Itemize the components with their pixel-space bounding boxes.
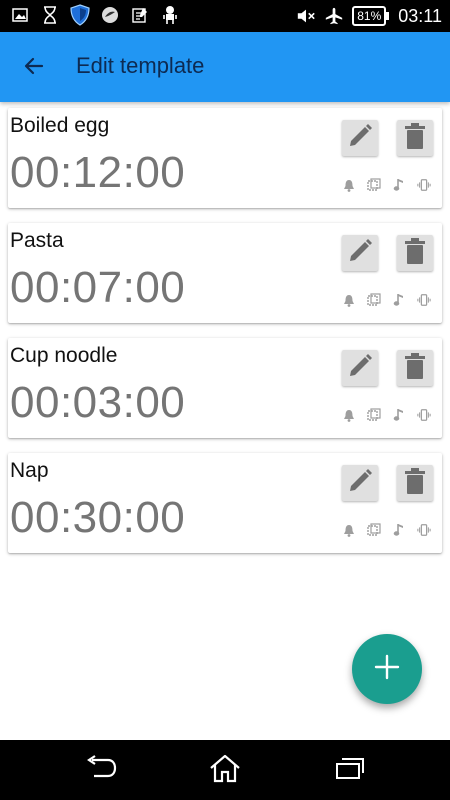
home-icon [208, 753, 242, 788]
template-card[interactable]: Pasta 00:07:00 [8, 223, 442, 323]
delete-button[interactable] [397, 350, 433, 386]
music-note-icon [392, 178, 406, 192]
notes-icon [130, 5, 150, 25]
trash-icon [403, 122, 427, 155]
status-bar: 81% 03:11 [0, 0, 450, 32]
music-note-icon [392, 523, 406, 537]
edit-button[interactable] [342, 120, 378, 156]
trash-icon [403, 352, 427, 385]
notification-icons [10, 4, 180, 26]
page-title: Edit template [76, 53, 205, 78]
music-note-icon [392, 408, 406, 422]
back-icon [84, 754, 118, 786]
status-clock: 03:11 [398, 5, 442, 26]
vibrate-icon [417, 523, 431, 537]
delete-button[interactable] [397, 120, 433, 156]
template-card[interactable]: Boiled egg 00:12:00 [8, 108, 442, 208]
system-nav-bar [0, 740, 450, 800]
bell-icon [342, 293, 356, 307]
android-icon [160, 5, 180, 25]
app-icon [100, 5, 120, 25]
template-name: Cup noodle [10, 344, 118, 367]
screen-icon [367, 178, 381, 192]
app-toolbar: Edit template [0, 32, 450, 102]
screen-icon [367, 293, 381, 307]
template-card[interactable]: Cup noodle 00:03:00 [8, 338, 442, 438]
bell-icon [342, 178, 356, 192]
nav-back-button[interactable] [83, 754, 119, 786]
hourglass-icon [40, 5, 60, 25]
bell-icon [342, 408, 356, 422]
battery-indicator: 81% [352, 6, 390, 26]
template-name: Pasta [10, 229, 64, 252]
arrow-back-icon [22, 54, 46, 83]
add-template-button[interactable] [352, 634, 422, 704]
vibrate-icon [417, 178, 431, 192]
shield-icon [70, 4, 90, 26]
recents-icon [335, 756, 365, 785]
template-time: 00:30:00 [10, 493, 186, 542]
back-button[interactable] [18, 52, 50, 84]
delete-button[interactable] [397, 465, 433, 501]
nav-recents-button[interactable] [332, 754, 368, 786]
template-card[interactable]: Nap 00:30:00 [8, 453, 442, 553]
template-time: 00:07:00 [10, 263, 186, 312]
mute-icon [296, 6, 316, 26]
template-options [342, 523, 431, 537]
edit-button[interactable] [342, 235, 378, 271]
template-time: 00:03:00 [10, 378, 186, 427]
plus-icon [374, 654, 400, 685]
template-options [342, 293, 431, 307]
template-name: Nap [10, 459, 49, 482]
edit-button[interactable] [342, 465, 378, 501]
template-options [342, 178, 431, 192]
vibrate-icon [417, 293, 431, 307]
trash-icon [403, 467, 427, 500]
bell-icon [342, 523, 356, 537]
template-name: Boiled egg [10, 114, 110, 137]
edit-button[interactable] [342, 350, 378, 386]
pencil-icon [347, 238, 373, 269]
screen-icon [367, 408, 381, 422]
trash-icon [403, 237, 427, 270]
template-options [342, 408, 431, 422]
pencil-icon [347, 353, 373, 384]
system-icons: 81% 03:11 [296, 3, 442, 29]
pencil-icon [347, 123, 373, 154]
template-time: 00:12:00 [10, 148, 186, 197]
airplane-icon [324, 6, 344, 26]
music-note-icon [392, 293, 406, 307]
nav-home-button[interactable] [207, 754, 243, 786]
pencil-icon [347, 468, 373, 499]
delete-button[interactable] [397, 235, 433, 271]
image-icon [10, 5, 30, 25]
vibrate-icon [417, 408, 431, 422]
screen-icon [367, 523, 381, 537]
